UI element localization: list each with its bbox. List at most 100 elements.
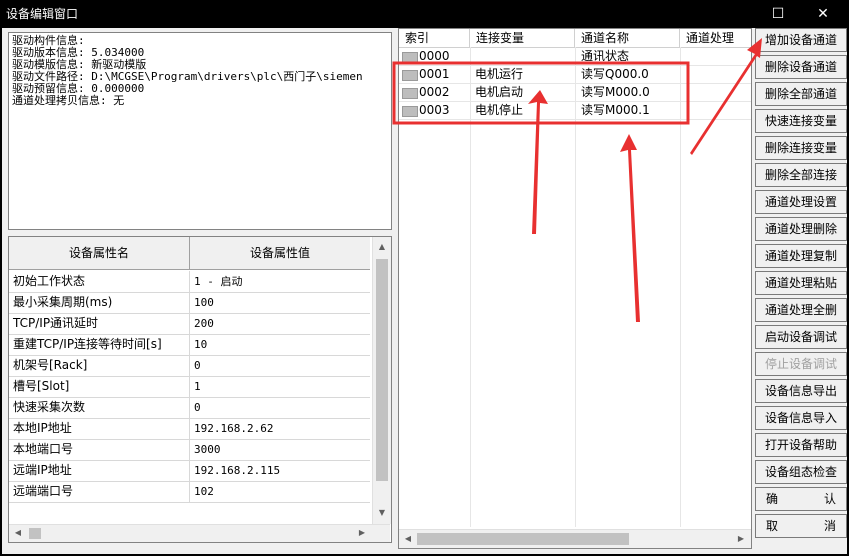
column-header-index[interactable]: 索引 xyxy=(399,29,470,48)
channel-icon xyxy=(402,88,418,99)
property-name: 重建TCP/IP连接等待时间[s] xyxy=(9,334,190,355)
cancel-label-right: 消 xyxy=(823,519,836,533)
property-name: 槽号[Slot] xyxy=(9,376,190,397)
channel-process-settings-button[interactable]: 通道处理设置 xyxy=(755,190,847,214)
property-row[interactable]: 初始工作状态 1 - 启动 xyxy=(9,271,370,293)
window-title: 设备编辑窗口 xyxy=(6,7,79,21)
add-channel-button[interactable]: 增加设备通道 xyxy=(755,28,847,52)
property-value[interactable]: 1 - 启动 xyxy=(190,271,370,292)
property-value[interactable]: 200 xyxy=(190,313,370,334)
driver-info-textbox[interactable]: 驱动构件信息: 驱动版本信息: 5.034000 驱动模版信息: 新驱动模版 驱… xyxy=(8,32,392,230)
property-value[interactable]: 100 xyxy=(190,292,370,313)
scroll-right-icon[interactable]: ▶ xyxy=(354,525,370,541)
property-value[interactable]: 3000 xyxy=(190,439,370,460)
stop-debug-button: 停止设备调试 xyxy=(755,352,847,376)
channel-process-delete-button[interactable]: 通道处理删除 xyxy=(755,217,847,241)
quick-connect-button[interactable]: 快速连接变量 xyxy=(755,109,847,133)
property-row[interactable]: 机架号[Rack] 0 xyxy=(9,355,370,377)
property-value[interactable]: 102 xyxy=(190,481,370,502)
property-grid-hscrollbar[interactable]: ◀ ▶ xyxy=(9,524,390,542)
cell-variable: 电机启动 xyxy=(475,85,524,99)
column-header-variable[interactable]: 连接变量 xyxy=(470,29,575,48)
delete-all-connections-button[interactable]: 删除全部连接 xyxy=(755,163,847,187)
table-row[interactable]: 0002 电机启动 读写M000.0 xyxy=(399,84,751,102)
scroll-thumb[interactable] xyxy=(417,533,629,545)
channel-icon xyxy=(402,52,418,63)
property-grid-vscrollbar[interactable]: ▲ ▼ xyxy=(372,237,391,524)
property-row[interactable]: TCP/IP通讯延时 200 xyxy=(9,313,370,335)
scroll-left-icon[interactable]: ◀ xyxy=(400,531,416,547)
property-row[interactable]: 远端IP地址 192.168.2.115 xyxy=(9,460,370,482)
maximize-button[interactable]: ☐ xyxy=(755,0,801,28)
table-row[interactable]: 0001 电机运行 读写Q000.0 xyxy=(399,66,751,84)
start-debug-button[interactable]: 启动设备调试 xyxy=(755,325,847,349)
scroll-up-icon[interactable]: ▲ xyxy=(374,239,390,255)
channel-process-paste-button[interactable]: 通道处理粘贴 xyxy=(755,271,847,295)
property-name: 快速采集次数 xyxy=(9,397,190,418)
column-header-process[interactable]: 通道处理 xyxy=(680,29,751,48)
cell-channel: 通讯状态 xyxy=(581,49,630,63)
property-row[interactable]: 重建TCP/IP连接等待时间[s] 10 xyxy=(9,334,370,356)
property-value-header[interactable]: 设备属性值 xyxy=(190,237,370,270)
table-row[interactable]: 0003 电机停止 读写M000.1 xyxy=(399,102,751,120)
property-name: TCP/IP通讯延时 xyxy=(9,313,190,334)
property-name: 远端端口号 xyxy=(9,481,190,502)
cell-variable: 电机运行 xyxy=(475,67,524,81)
property-name: 远端IP地址 xyxy=(9,460,190,481)
cell-index: 0003 xyxy=(419,103,450,117)
confirm-button[interactable]: 确 认 xyxy=(755,487,847,511)
property-value[interactable]: 1 xyxy=(190,376,370,397)
cancel-button[interactable]: 取 消 xyxy=(755,514,847,538)
delete-channel-button[interactable]: 删除设备通道 xyxy=(755,55,847,79)
property-name: 本地IP地址 xyxy=(9,418,190,439)
close-button[interactable]: ✕ xyxy=(800,0,846,28)
property-row[interactable]: 本地端口号 3000 xyxy=(9,439,370,461)
cell-variable: 电机停止 xyxy=(475,103,524,117)
property-row[interactable]: 远端端口号 102 xyxy=(9,481,370,503)
property-row[interactable]: 槽号[Slot] 1 xyxy=(9,376,370,398)
title-bar: 设备编辑窗口 ☐ ✕ xyxy=(0,0,849,28)
channel-icon xyxy=(402,106,418,117)
channel-icon xyxy=(402,70,418,81)
export-info-button[interactable]: 设备信息导出 xyxy=(755,379,847,403)
property-row[interactable]: 快速采集次数 0 xyxy=(9,397,370,419)
channel-list-hscrollbar[interactable]: ◀ ▶ xyxy=(399,529,751,548)
scroll-thumb[interactable] xyxy=(29,528,41,539)
open-help-button[interactable]: 打开设备帮助 xyxy=(755,433,847,457)
property-value[interactable]: 10 xyxy=(190,334,370,355)
column-header-channel[interactable]: 通道名称 xyxy=(575,29,680,48)
property-row[interactable]: 最小采集周期(ms) 100 xyxy=(9,292,370,314)
confirm-label-left: 确 xyxy=(766,492,779,506)
scroll-down-icon[interactable]: ▼ xyxy=(374,505,390,521)
scroll-thumb[interactable] xyxy=(376,259,388,481)
channel-process-copy-button[interactable]: 通道处理复制 xyxy=(755,244,847,268)
cell-index: 0000 xyxy=(419,49,450,63)
cancel-label-left: 取 xyxy=(766,519,779,533)
cell-index: 0001 xyxy=(419,67,450,81)
import-info-button[interactable]: 设备信息导入 xyxy=(755,406,847,430)
property-value[interactable]: 192.168.2.62 xyxy=(190,418,370,439)
delete-connection-button[interactable]: 删除连接变量 xyxy=(755,136,847,160)
scroll-left-icon[interactable]: ◀ xyxy=(10,525,26,541)
property-name: 初始工作状态 xyxy=(9,271,190,292)
property-name: 最小采集周期(ms) xyxy=(9,292,190,313)
cell-channel: 读写Q000.0 xyxy=(581,67,649,81)
cell-channel: 读写M000.1 xyxy=(581,103,650,117)
delete-all-channels-button[interactable]: 删除全部通道 xyxy=(755,82,847,106)
channel-process-delete-all-button[interactable]: 通道处理全删 xyxy=(755,298,847,322)
property-value[interactable]: 0 xyxy=(190,397,370,418)
channel-list: 索引 连接变量 通道名称 通道处理 0000 通讯状态 0001 电机运行 读写… xyxy=(398,28,752,549)
table-row[interactable]: 0000 通讯状态 xyxy=(399,48,751,66)
property-value[interactable]: 192.168.2.115 xyxy=(190,460,370,481)
device-property-grid: 设备属性名 设备属性值 初始工作状态 1 - 启动 最小采集周期(ms) 100… xyxy=(8,236,392,543)
property-name-header[interactable]: 设备属性名 xyxy=(9,237,190,270)
confirm-label-right: 认 xyxy=(823,492,836,506)
property-value[interactable]: 0 xyxy=(190,355,370,376)
cell-index: 0002 xyxy=(419,85,450,99)
scroll-right-icon[interactable]: ▶ xyxy=(733,531,749,547)
property-row[interactable]: 本地IP地址 192.168.2.62 xyxy=(9,418,370,440)
config-check-button[interactable]: 设备组态检查 xyxy=(755,460,847,484)
cell-channel: 读写M000.0 xyxy=(581,85,650,99)
info-line: 通道处理拷贝信息: 无 xyxy=(12,94,125,107)
dialog-body: 驱动构件信息: 驱动版本信息: 5.034000 驱动模版信息: 新驱动模版 驱… xyxy=(2,28,847,554)
